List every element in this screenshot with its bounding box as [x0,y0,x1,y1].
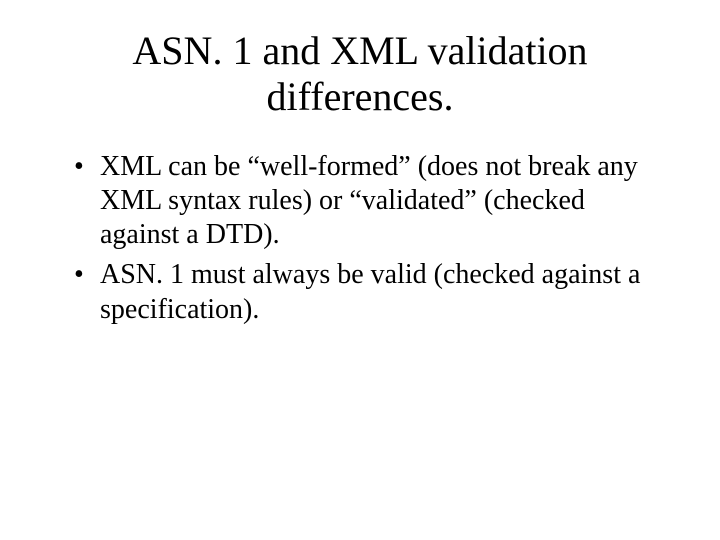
slide-title: ASN. 1 and XML validation differences. [60,28,660,120]
list-item: ASN. 1 must always be valid (checked aga… [70,258,660,326]
list-item: XML can be “well-formed” (does not break… [70,150,660,252]
bullet-text: XML can be “well-formed” (does not break… [100,151,638,250]
bullet-list: XML can be “well-formed” (does not break… [60,150,660,327]
bullet-text: ASN. 1 must always be valid (checked aga… [100,259,640,324]
slide: ASN. 1 and XML validation differences. X… [0,0,720,540]
